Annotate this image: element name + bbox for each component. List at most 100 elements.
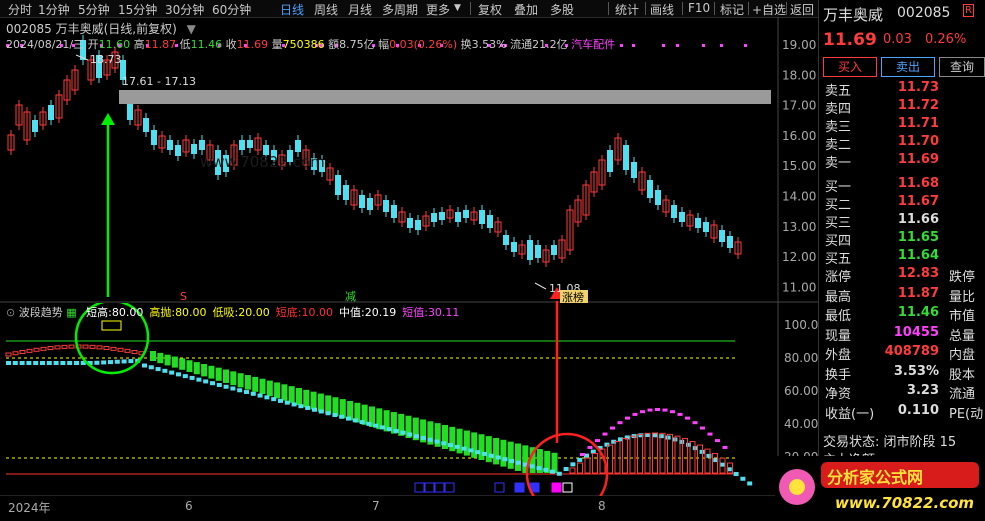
trend-bar-green bbox=[266, 380, 273, 397]
trend-curve-cyan bbox=[516, 460, 521, 465]
trend-bar-green bbox=[252, 376, 259, 392]
candle-body-down bbox=[143, 118, 149, 132]
ask-row[interactable]: 卖五 11.73 bbox=[823, 80, 983, 99]
bid-row[interactable]: 买二 11.67 bbox=[823, 194, 983, 213]
period-tab-multi[interactable]: 多周期 bbox=[382, 1, 418, 18]
indicator-settings-icon[interactable]: ⊙ bbox=[6, 306, 15, 319]
trend-bar-red bbox=[622, 438, 628, 474]
trend-bar-green bbox=[296, 388, 302, 405]
stat-right-label: 内盘 bbox=[949, 348, 976, 363]
candle-body-down bbox=[191, 144, 197, 154]
trend-curve-red bbox=[89, 344, 96, 349]
period-tab-1min[interactable]: 1分钟 bbox=[38, 1, 70, 18]
stat-row: 最低 11.46 市值 bbox=[823, 305, 983, 324]
trend-bar-red bbox=[652, 432, 658, 474]
trend-bar-green bbox=[310, 391, 317, 410]
candle-body-down bbox=[631, 162, 637, 178]
x-tick-label: 7 bbox=[372, 499, 380, 513]
period-tab-weekly[interactable]: 周线 bbox=[314, 1, 338, 18]
trend-curve-cyan bbox=[196, 377, 202, 382]
ask-row[interactable]: 卖一 11.69 bbox=[823, 152, 983, 171]
tool-overlay-button[interactable]: 叠加 bbox=[514, 1, 538, 18]
period-tab-30min[interactable]: 30分钟 bbox=[165, 1, 204, 18]
trend-curve-cyan bbox=[461, 446, 467, 451]
indicator-menu-icon[interactable]: ▦ bbox=[66, 306, 76, 319]
ask-label: 卖一 bbox=[825, 156, 852, 171]
bid-row[interactable]: 买一 11.68 bbox=[823, 176, 983, 195]
title-chevron-icon: ▼ bbox=[186, 22, 196, 36]
trend-curve-magenta bbox=[715, 439, 720, 443]
ask-price: 11.69 bbox=[897, 152, 939, 167]
trend-curve-cyan bbox=[502, 457, 508, 462]
candle-body-down bbox=[511, 242, 517, 252]
trend-bar-green bbox=[193, 362, 200, 375]
tool-mark-button[interactable]: 标记 bbox=[720, 1, 744, 18]
trend-curve-cyan bbox=[216, 382, 222, 387]
stat-right-label: 股本 bbox=[949, 367, 976, 383]
amount-value: 8.75亿 bbox=[339, 38, 375, 51]
ask-row[interactable]: 卖二 11.70 bbox=[823, 134, 983, 153]
indicator-axis: 100.080.0060.0040.0020.00 bbox=[784, 318, 818, 464]
tool-multistock-button[interactable]: 多股 bbox=[550, 1, 574, 18]
period-tab-monthly[interactable]: 月线 bbox=[348, 1, 372, 18]
stat-row: 最高 11.87 量比 bbox=[823, 286, 983, 305]
ask-row[interactable]: 卖三 11.71 bbox=[823, 116, 983, 135]
ask-label: 卖二 bbox=[825, 138, 852, 153]
trend-bar-green bbox=[500, 439, 507, 467]
candle-body-down bbox=[431, 213, 437, 222]
chevron-down-icon[interactable]: ▼ bbox=[454, 3, 461, 13]
period-tab-5min[interactable]: 5分钟 bbox=[78, 1, 110, 18]
trend-curve-red bbox=[124, 348, 131, 353]
bid-row[interactable]: 买三 11.66 bbox=[823, 212, 983, 231]
ask-row[interactable]: 卖四 11.72 bbox=[823, 98, 983, 117]
high-label: 高 bbox=[133, 38, 145, 51]
bid-row[interactable]: 买四 11.65 bbox=[823, 230, 983, 249]
trend-curve-cyan bbox=[121, 359, 127, 364]
sell-button[interactable]: 卖出 bbox=[881, 57, 935, 77]
trend-curve-cyan bbox=[155, 367, 161, 372]
trend-bar-red bbox=[607, 444, 613, 474]
bid-row[interactable]: 买五 11.64 bbox=[823, 248, 983, 267]
trend-curve-cyan bbox=[40, 361, 45, 365]
indicator-chart[interactable]: 100.0 80.00 60.00 40.00 20.00 bbox=[0, 303, 818, 496]
trend-curve-magenta bbox=[595, 439, 600, 443]
trend-curve-cyan bbox=[271, 397, 277, 402]
tool-fuquan-button[interactable]: 复权 bbox=[478, 1, 502, 18]
limit-up-tag[interactable]: 涨榜 bbox=[562, 290, 584, 303]
back-button[interactable]: 返回 bbox=[790, 1, 814, 18]
period-tab-daily[interactable]: 日线 bbox=[280, 1, 304, 18]
trend-curve-cyan bbox=[182, 374, 188, 379]
tool-draw-button[interactable]: 画线 bbox=[650, 1, 674, 18]
query-button[interactable]: 查询 bbox=[939, 57, 985, 77]
ask-price: 11.72 bbox=[897, 98, 939, 113]
candle-body-down bbox=[655, 190, 661, 205]
period-tab-15min[interactable]: 15分钟 bbox=[118, 1, 157, 18]
indicator-item-value: 80.00 bbox=[175, 306, 207, 319]
period-tab-more[interactable]: 更多 bbox=[426, 1, 450, 18]
trend-curve-cyan bbox=[142, 363, 147, 368]
add-watchlist-button[interactable]: +自选 bbox=[752, 1, 786, 18]
tool-f10-button[interactable]: F10 bbox=[688, 1, 710, 15]
trend-curve-cyan bbox=[563, 467, 569, 472]
bid-price: 11.68 bbox=[897, 176, 939, 191]
trend-curve-cyan bbox=[250, 391, 256, 396]
buy-button[interactable]: 买入 bbox=[823, 57, 877, 77]
trend-curve-cyan bbox=[386, 427, 392, 432]
trend-curve-red bbox=[33, 347, 40, 352]
trend-curve-magenta bbox=[692, 421, 698, 425]
period-tab-fenshi[interactable]: 分时 bbox=[8, 1, 32, 18]
stat-row: 换手 3.53% 股本 bbox=[823, 364, 983, 383]
signal-box bbox=[434, 482, 445, 493]
tool-stats-button[interactable]: 统计 bbox=[615, 1, 639, 18]
trend-bar-red bbox=[592, 452, 598, 474]
ask-price: 11.73 bbox=[897, 80, 939, 95]
trend-curve-cyan bbox=[495, 455, 501, 460]
signal-dot bbox=[744, 44, 747, 47]
trend-curve-cyan bbox=[359, 420, 365, 425]
stock-code: 002085 bbox=[897, 5, 951, 21]
period-tab-60min[interactable]: 60分钟 bbox=[212, 1, 251, 18]
trend-curve-cyan bbox=[278, 398, 283, 403]
y-tick-label: 14.00 bbox=[782, 190, 816, 204]
trend-bar-green bbox=[281, 384, 288, 401]
kline-chart[interactable]: 19.00 18.00 17.00 16.00 15.00 14.00 13.00 12.00… bbox=[0, 17, 818, 303]
